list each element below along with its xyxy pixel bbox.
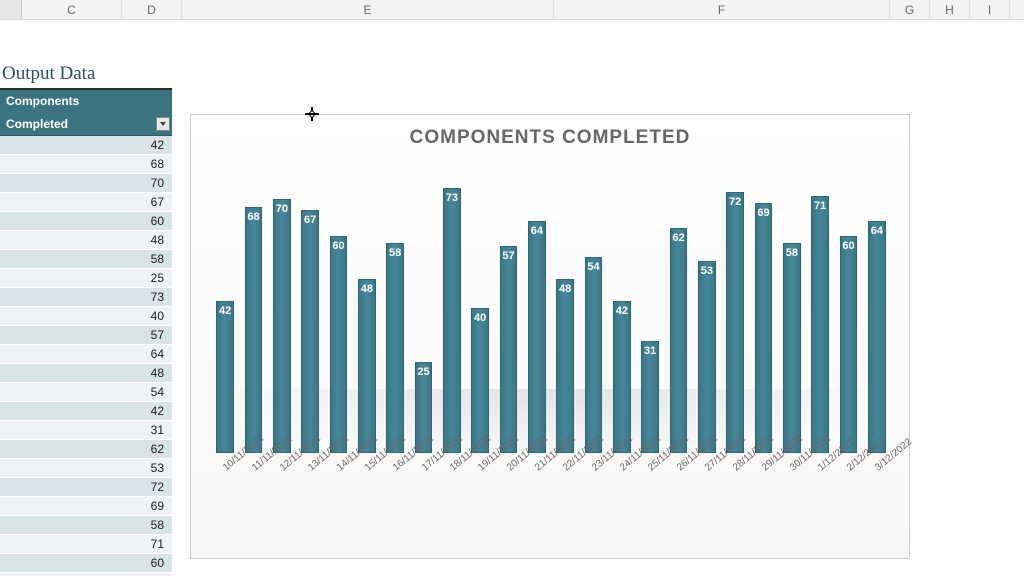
table-row[interactable]: 68 <box>0 155 172 174</box>
chart-bar-label: 54 <box>587 261 599 273</box>
chart-bar[interactable]: 64 <box>528 221 546 453</box>
chart-bar-label: 57 <box>502 250 514 262</box>
col-header-C[interactable]: C <box>22 0 122 19</box>
table-row[interactable]: 53 <box>0 459 172 478</box>
components-completed-chart[interactable]: COMPONENTS COMPLETED 4268706760485825734… <box>190 114 910 559</box>
chart-bar[interactable]: 42 <box>613 301 631 453</box>
table-header-line1: Components <box>0 90 172 113</box>
worksheet-area[interactable]: Output Data Components Completed 4268706… <box>0 20 1024 576</box>
chart-bar[interactable]: 57 <box>500 246 518 453</box>
output-data-title: Output Data <box>0 60 172 90</box>
chart-bar[interactable]: 73 <box>443 188 461 453</box>
filter-dropdown-button[interactable] <box>156 117 170 131</box>
chart-bar-label: 64 <box>871 225 883 237</box>
table-row[interactable]: 40 <box>0 307 172 326</box>
table-row[interactable]: 64 <box>0 345 172 364</box>
table-row[interactable]: 67 <box>0 193 172 212</box>
table-row[interactable]: 73 <box>0 288 172 307</box>
chart-bar-label: 69 <box>757 207 769 219</box>
chart-bar-label: 72 <box>729 196 741 208</box>
table-row[interactable]: 71 <box>0 535 172 554</box>
table-row[interactable]: 42 <box>0 136 172 155</box>
chart-bar-label: 60 <box>332 240 344 252</box>
chart-bar[interactable]: 40 <box>471 308 489 453</box>
table-header-line2: Completed <box>0 113 172 136</box>
chart-bar-label: 25 <box>417 366 429 378</box>
chart-bar[interactable]: 48 <box>556 279 574 453</box>
table-row[interactable]: 70 <box>0 174 172 193</box>
table-row[interactable]: 69 <box>0 497 172 516</box>
chart-bar[interactable]: 72 <box>726 192 744 453</box>
chart-title: COMPONENTS COMPLETED <box>201 127 899 149</box>
chart-bar[interactable]: 58 <box>783 243 801 453</box>
chart-bar[interactable]: 42 <box>216 301 234 453</box>
table-row[interactable]: 48 <box>0 364 172 383</box>
chart-bar[interactable]: 70 <box>273 199 291 453</box>
table-row[interactable]: 72 <box>0 478 172 497</box>
chart-bar-label: 53 <box>701 265 713 277</box>
table-row[interactable]: 58 <box>0 516 172 535</box>
chart-bar-label: 48 <box>361 283 373 295</box>
chart-bar[interactable]: 64 <box>868 221 886 453</box>
chart-bar[interactable]: 71 <box>811 196 829 453</box>
chart-bar-label: 48 <box>559 283 571 295</box>
table-row[interactable]: 60 <box>0 212 172 231</box>
chart-x-axis: 10/11/202211/11/202212/11/202213/11/2022… <box>201 459 901 539</box>
table-row[interactable]: 62 <box>0 440 172 459</box>
table-header-text: Completed <box>6 117 68 131</box>
chart-bar[interactable]: 54 <box>585 257 603 453</box>
chart-bar-label: 42 <box>616 305 628 317</box>
chart-bar[interactable]: 53 <box>698 261 716 453</box>
table-body: 4268706760485825734057644854423162537269… <box>0 136 172 576</box>
chart-bar[interactable]: 62 <box>670 228 688 453</box>
column-header-row: C D E F G H I <box>0 0 1024 20</box>
output-data-table: Output Data Components Completed 4268706… <box>0 60 172 576</box>
chart-bar-label: 73 <box>446 192 458 204</box>
chart-bar-label: 67 <box>304 214 316 226</box>
table-row[interactable]: 60 <box>0 554 172 573</box>
chart-bar-label: 64 <box>531 225 543 237</box>
chart-bar[interactable]: 68 <box>245 207 263 454</box>
table-row[interactable]: 54 <box>0 383 172 402</box>
chart-bar[interactable]: 60 <box>840 236 858 454</box>
chart-bar[interactable]: 69 <box>755 203 773 453</box>
table-row[interactable]: 31 <box>0 421 172 440</box>
table-row[interactable]: 57 <box>0 326 172 345</box>
chart-bar-label: 60 <box>842 240 854 252</box>
chart-bar-label: 40 <box>474 312 486 324</box>
chart-bar[interactable]: 60 <box>330 236 348 454</box>
chart-plot-area: 42 68 70 67 60 48 58 25 73 40 57 64 48 54 42 31 62 53 72 69… <box>201 153 901 453</box>
chart-bar-label: 31 <box>644 345 656 357</box>
chart-bar[interactable]: 58 <box>386 243 404 453</box>
row-header-gutter <box>0 0 22 19</box>
chart-bar-label: 70 <box>276 203 288 215</box>
col-header-E[interactable]: E <box>182 0 554 19</box>
chart-bar[interactable]: 67 <box>301 210 319 453</box>
chart-bar-label: 68 <box>247 211 259 223</box>
col-header-I[interactable]: I <box>970 0 1010 19</box>
table-row[interactable]: 58 <box>0 250 172 269</box>
col-header-F[interactable]: F <box>554 0 890 19</box>
col-header-G[interactable]: G <box>890 0 930 19</box>
chart-bar-label: 62 <box>672 232 684 244</box>
col-header-H[interactable]: H <box>930 0 970 19</box>
table-row[interactable]: 25 <box>0 269 172 288</box>
chart-bar-label: 58 <box>786 247 798 259</box>
chart-bar-label: 42 <box>219 305 231 317</box>
chart-bar[interactable]: 48 <box>358 279 376 453</box>
chart-bar-label: 71 <box>814 200 826 212</box>
table-row[interactable]: 42 <box>0 402 172 421</box>
col-header-D[interactable]: D <box>122 0 182 19</box>
table-row[interactable]: 48 <box>0 231 172 250</box>
chart-bar-label: 58 <box>389 247 401 259</box>
